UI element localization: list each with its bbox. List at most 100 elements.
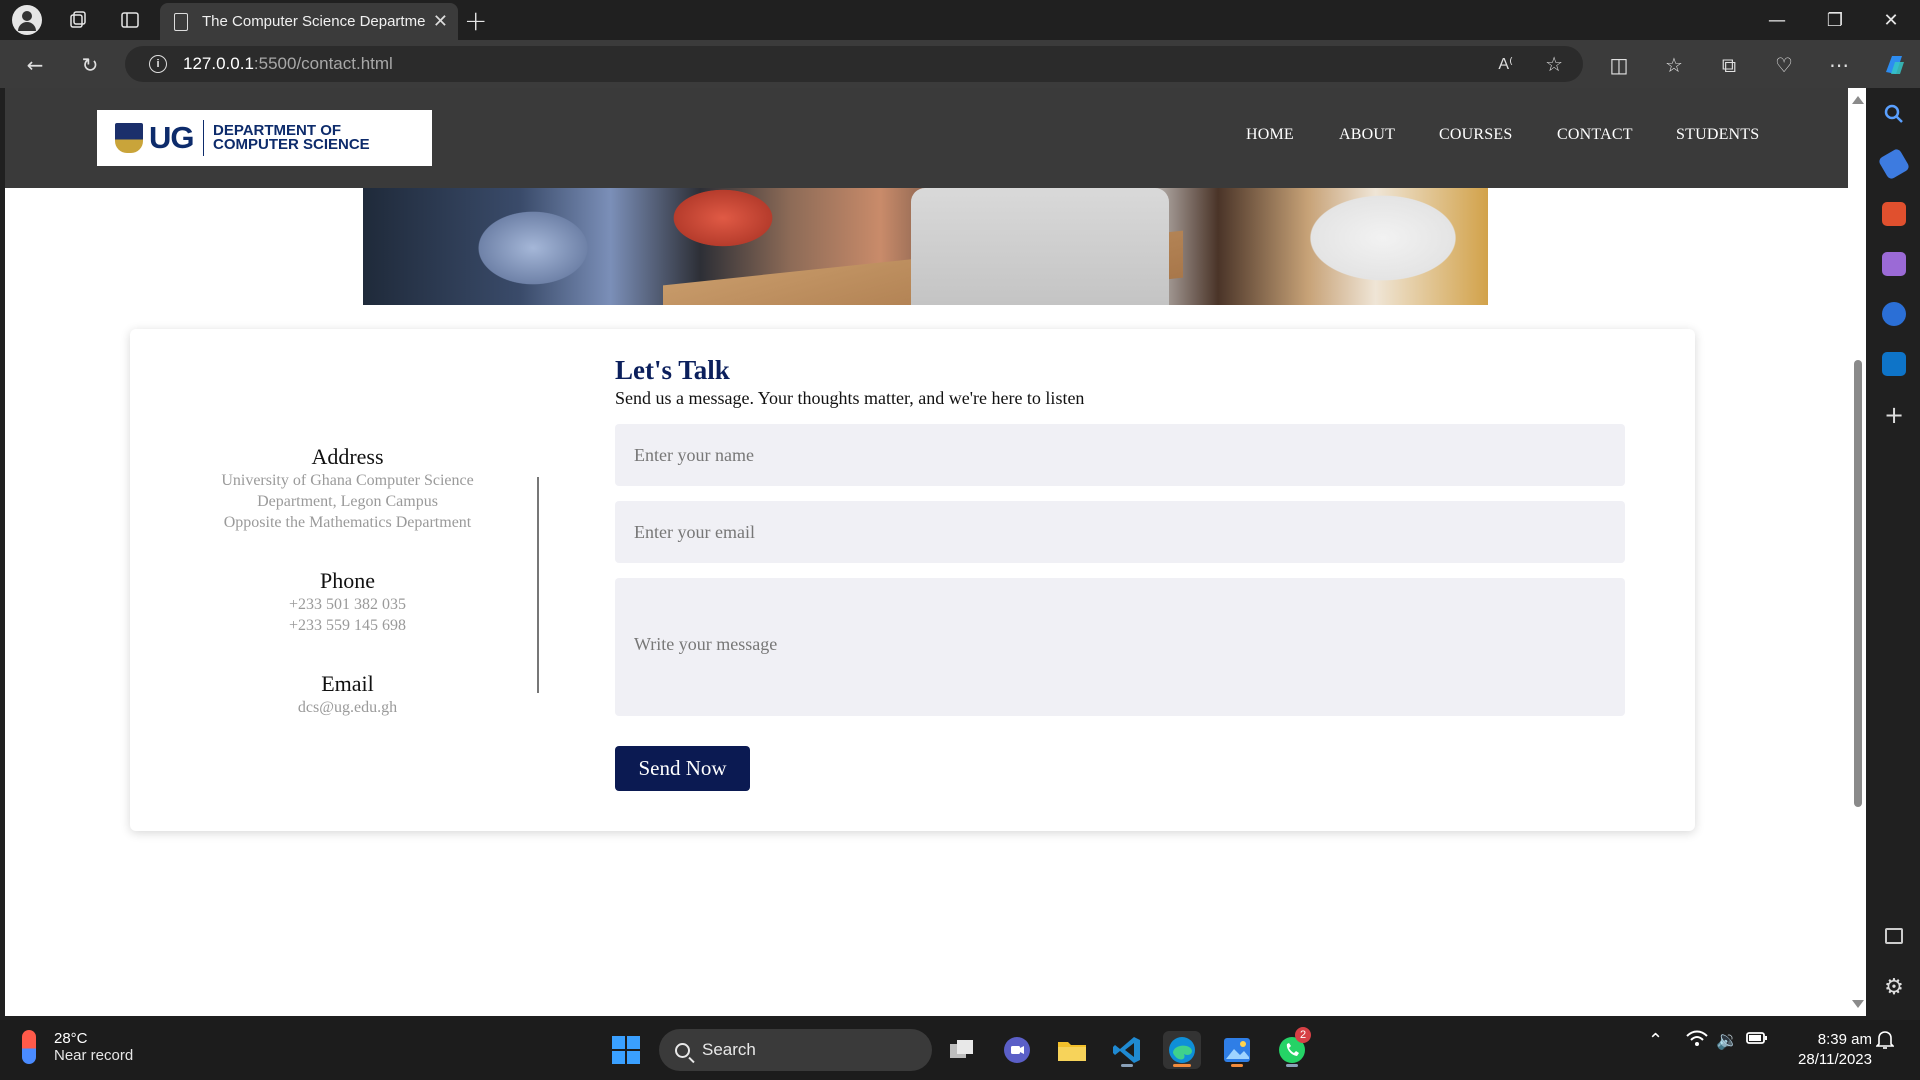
send-now-button[interactable]: Send Now xyxy=(615,746,750,791)
teams-meet-icon[interactable] xyxy=(998,1031,1036,1069)
email-input[interactable] xyxy=(615,501,1625,563)
collections-icon[interactable]: ⧉ xyxy=(1714,50,1744,80)
minimize-button[interactable]: — xyxy=(1748,0,1806,40)
restore-button[interactable]: ❐ xyxy=(1806,0,1864,40)
scroll-up-arrow-icon[interactable] xyxy=(1852,96,1864,104)
active-indicator xyxy=(1173,1064,1191,1067)
weather-note: Near record xyxy=(54,1047,134,1064)
address-block: Address University of Ghana Computer Sci… xyxy=(130,444,565,533)
photos-app-icon[interactable] xyxy=(1218,1031,1256,1069)
phone-title: Phone xyxy=(320,568,375,593)
close-window-button[interactable]: ✕ xyxy=(1862,0,1920,40)
tab-actions-icon[interactable] xyxy=(110,0,150,40)
read-aloud-icon[interactable]: A⁽ xyxy=(1498,54,1513,74)
nav-home[interactable]: HOME xyxy=(1246,126,1294,144)
notification-badge: 2 xyxy=(1295,1027,1311,1043)
nav-courses[interactable]: COURSES xyxy=(1439,126,1512,144)
site-header: UG DEPARTMENT OF COMPUTER SCIENCE HOME A… xyxy=(5,88,1848,188)
new-tab-button[interactable]: + xyxy=(464,4,487,37)
sidebar-toggle-icon[interactable] xyxy=(1885,928,1903,944)
profile-icon[interactable] xyxy=(12,5,42,35)
windows-logo-icon xyxy=(612,1036,640,1064)
whatsapp-icon[interactable]: 2 xyxy=(1273,1027,1311,1069)
scrollbar-thumb[interactable] xyxy=(1854,360,1862,807)
more-menu-icon[interactable]: ⋯ xyxy=(1824,50,1854,80)
address-line: Department, Legon Campus xyxy=(257,493,438,510)
page-icon xyxy=(174,12,188,31)
favorite-star-icon[interactable]: ☆ xyxy=(1545,52,1563,77)
phone-block: Phone +233 501 382 035 +233 559 145 698 xyxy=(130,568,565,636)
nav-about[interactable]: ABOUT xyxy=(1339,126,1395,144)
address-title: Address xyxy=(311,444,384,469)
logo-dept-line2: COMPUTER SCIENCE xyxy=(213,136,370,153)
edge-browser-icon[interactable] xyxy=(1163,1031,1201,1069)
vertical-divider xyxy=(537,477,539,693)
page-viewport: UG DEPARTMENT OF COMPUTER SCIENCE HOME A… xyxy=(5,88,1848,1016)
running-indicator xyxy=(1231,1064,1243,1067)
site-logo[interactable]: UG DEPARTMENT OF COMPUTER SCIENCE xyxy=(97,110,432,166)
split-screen-icon[interactable]: ◫ xyxy=(1604,50,1634,80)
browser-essentials-icon[interactable]: ♡ xyxy=(1769,50,1799,80)
address-line: Opposite the Mathematics Department xyxy=(223,514,472,531)
contact-card: Address University of Ghana Computer Sci… xyxy=(130,329,1695,831)
outlook-icon[interactable] xyxy=(1882,352,1906,376)
wifi-icon[interactable] xyxy=(1686,1030,1708,1053)
workspaces-icon[interactable] xyxy=(58,0,98,40)
refresh-icon[interactable]: ↻ xyxy=(75,50,105,80)
volume-icon[interactable]: 🔉 xyxy=(1716,1030,1738,1051)
search-icon[interactable] xyxy=(1882,102,1906,126)
message-textarea[interactable] xyxy=(615,578,1625,716)
logo-ug-text: UG xyxy=(149,120,194,155)
address-bar[interactable]: i 127.0.0.1:5500/contact.html A⁽ ☆ xyxy=(125,46,1583,82)
favorites-icon[interactable]: ☆ xyxy=(1659,50,1689,80)
browser-tab-bar: The Computer Science Department ✕ + — ❐ … xyxy=(0,0,1920,40)
tools-icon[interactable] xyxy=(1882,202,1906,226)
site-info-icon[interactable]: i xyxy=(149,55,167,73)
form-subheading: Send us a message. Your thoughts matter,… xyxy=(615,388,1085,408)
crest-icon xyxy=(115,123,143,153)
nav-students[interactable]: STUDENTS xyxy=(1676,126,1759,144)
url-host: 127.0.0.1 xyxy=(183,54,254,73)
logo-department: DEPARTMENT OF COMPUTER SCIENCE xyxy=(213,123,370,153)
address-line: University of Ghana Computer Science xyxy=(221,472,474,489)
microsoft-365-icon[interactable] xyxy=(1882,302,1906,326)
url-path: :5500/contact.html xyxy=(253,54,393,73)
scroll-down-arrow-icon[interactable] xyxy=(1852,1000,1864,1008)
nav-contact[interactable]: CONTACT xyxy=(1557,126,1633,144)
add-icon[interactable]: + xyxy=(1882,403,1906,428)
battery-icon[interactable] xyxy=(1746,1030,1768,1051)
show-hidden-icons-chevron-up-icon[interactable]: ⌃ xyxy=(1648,1030,1663,1051)
games-icon[interactable] xyxy=(1882,252,1906,276)
edge-sidebar: + ⚙ xyxy=(1866,88,1920,1016)
hero-laptop-shape xyxy=(911,188,1169,305)
windows-taskbar: 28°C Near record Search 2 ⌃ 🔉 8:39 am 28… xyxy=(0,1020,1920,1080)
search-icon xyxy=(675,1042,690,1058)
form-heading: Let's Talk xyxy=(615,355,730,385)
email-block: Email dcs@ug.edu.gh xyxy=(130,671,565,718)
email-title: Email xyxy=(321,671,374,696)
notifications-bell-icon[interactable] xyxy=(1875,1030,1895,1055)
start-button[interactable] xyxy=(607,1031,645,1069)
temperature: 28°C xyxy=(54,1030,88,1047)
shopping-tag-icon[interactable] xyxy=(1877,147,1911,181)
copilot-icon[interactable] xyxy=(1880,50,1910,80)
vscode-icon[interactable] xyxy=(1108,1031,1146,1069)
logo-separator xyxy=(202,120,204,156)
email-address: dcs@ug.edu.gh xyxy=(297,699,398,716)
thermometer-icon xyxy=(22,1030,36,1064)
file-explorer-icon[interactable] xyxy=(1053,1031,1091,1069)
settings-gear-icon[interactable]: ⚙ xyxy=(1882,976,1906,1000)
system-clock[interactable]: 8:39 am 28/11/2023 xyxy=(1780,1030,1872,1070)
page-scrollbar[interactable] xyxy=(1848,88,1866,1016)
search-label: Search xyxy=(702,1040,756,1059)
back-arrow-icon[interactable]: ← xyxy=(20,50,50,80)
close-tab-icon[interactable]: ✕ xyxy=(433,11,448,32)
task-view-icon[interactable] xyxy=(943,1031,981,1069)
phone-number: +233 501 382 035 xyxy=(288,596,407,613)
weather-widget[interactable]: 28°C Near record xyxy=(22,1030,133,1064)
name-input[interactable] xyxy=(615,424,1625,486)
hero-image xyxy=(363,188,1488,305)
taskbar-search[interactable]: Search xyxy=(659,1029,932,1071)
browser-toolbar: ← ↻ i 127.0.0.1:5500/contact.html A⁽ ☆ ◫… xyxy=(0,40,1920,88)
browser-tab-active[interactable]: The Computer Science Department ✕ xyxy=(160,3,458,40)
